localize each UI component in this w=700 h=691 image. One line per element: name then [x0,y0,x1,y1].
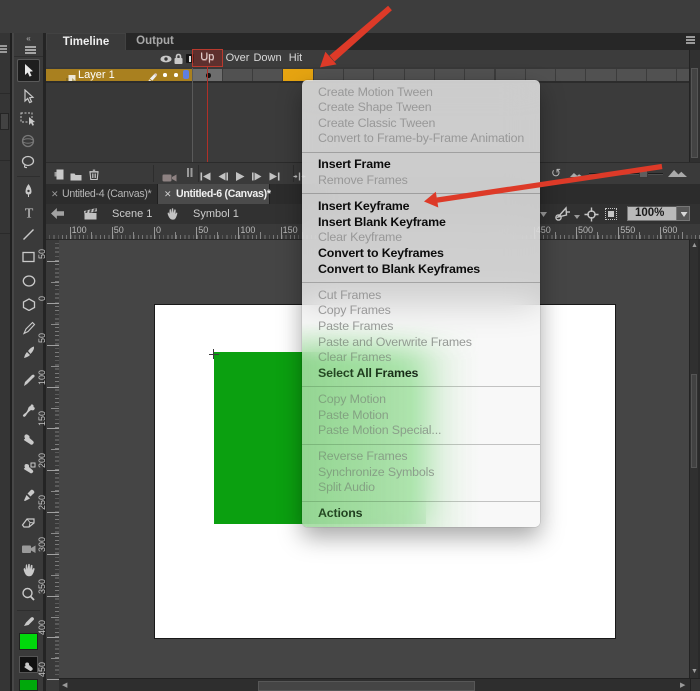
svg-text:T: T [24,206,33,219]
